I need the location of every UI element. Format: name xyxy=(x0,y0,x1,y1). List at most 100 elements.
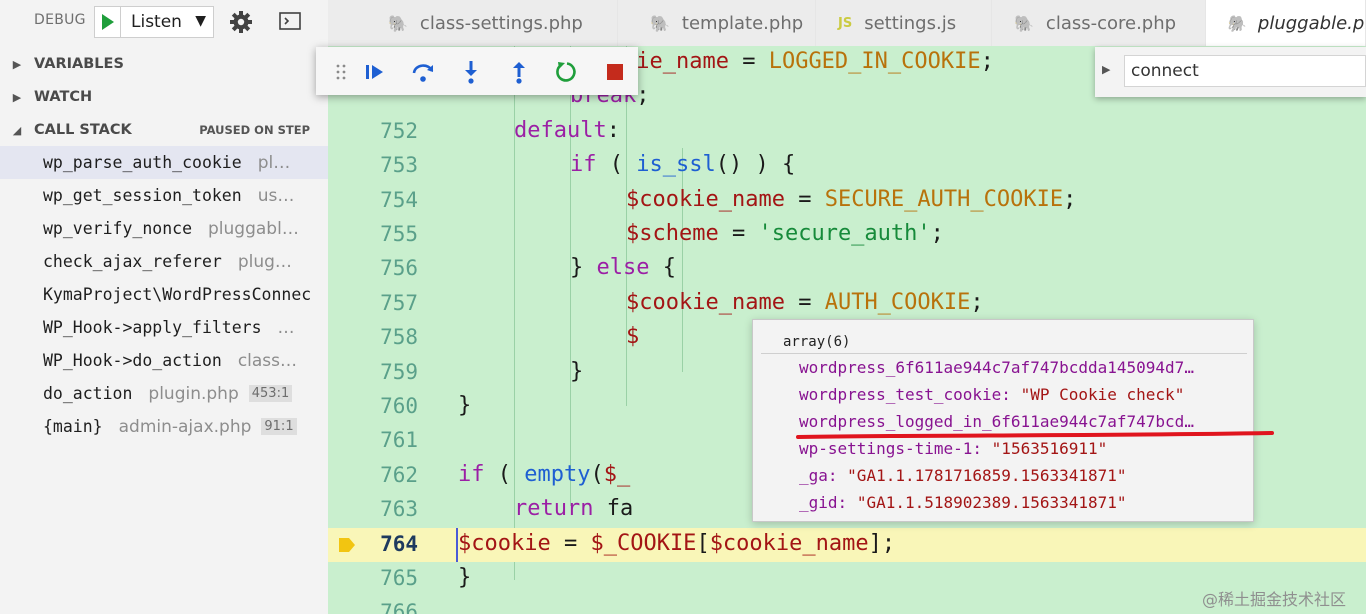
tab-settings-js[interactable]: JS settings.js xyxy=(816,0,992,46)
tab-label: class-core.php xyxy=(1045,12,1177,34)
code-token: fa xyxy=(593,496,634,522)
frame-source: … xyxy=(277,317,295,338)
code-token: else xyxy=(596,255,650,281)
start-debugging-play-icon[interactable] xyxy=(95,7,121,37)
code-line[interactable]: 755 $scheme = 'secure_auth'; xyxy=(328,218,1366,252)
tab-template[interactable]: 🐘 template.php xyxy=(618,0,816,46)
code-text: $cookie = $_COOKIE[$cookie_name]; xyxy=(458,531,895,556)
call-stack-frame[interactable]: WP_Hook->do_action class… xyxy=(0,344,328,377)
line-number: 755 xyxy=(380,222,418,246)
code-token: default xyxy=(514,117,607,143)
hover-entry-value: "GA1.1.518902389.1563341871" xyxy=(856,493,1127,512)
code-token: ( xyxy=(484,461,525,487)
code-token: LOGGED_IN_COOKIE xyxy=(768,49,981,74)
call-stack-frame[interactable]: do_action plugin.php 453:1 xyxy=(0,377,328,410)
hover-entry[interactable]: wordpress_6f611ae944c7af747bcdda145094d7… xyxy=(799,358,1194,377)
gear-icon[interactable] xyxy=(229,10,253,38)
code-line[interactable]: 756 } else { xyxy=(328,252,1366,286)
watch-section-header[interactable]: ▶ WATCH xyxy=(0,82,328,112)
code-line[interactable]: 754 $cookie_name = SECURE_AUTH_COOKIE; xyxy=(328,184,1366,218)
call-stack-frame[interactable]: {main} admin-ajax.php 91:1 xyxy=(0,410,328,443)
chevron-right-icon[interactable]: ▶ xyxy=(1102,63,1110,76)
call-stack-frame[interactable]: KymaProject\WordPressConnec xyxy=(0,278,328,311)
code-token: ( xyxy=(590,461,604,487)
code-line[interactable]: 753 if ( is_ssl() ) { xyxy=(328,149,1366,183)
call-stack-frame[interactable]: wp_verify_nonce pluggabl… xyxy=(0,212,328,245)
caret-down-icon[interactable]: ▼ xyxy=(195,13,206,29)
hover-entry-key: _ga: xyxy=(799,466,838,485)
line-number: 753 xyxy=(380,153,418,178)
step-out-icon[interactable] xyxy=(506,59,532,85)
debug-toolbar xyxy=(316,47,638,95)
frame-source: pluggabl… xyxy=(208,218,299,239)
code-token: = xyxy=(550,530,591,556)
find-input[interactable]: connect xyxy=(1124,55,1366,87)
tab-class-settings[interactable]: 🐘 class-settings.php xyxy=(328,0,618,46)
variables-section-label: VARIABLES xyxy=(34,56,124,72)
hover-entry-key: wordpress_logged_in_6f611ae944c7af747bcd… xyxy=(799,412,1194,431)
code-text: } xyxy=(458,393,471,418)
line-number: 759 xyxy=(380,359,418,384)
code-token: empty xyxy=(524,461,591,487)
code-token: = xyxy=(784,186,825,212)
watch-section-label: WATCH xyxy=(34,89,93,105)
hover-entry[interactable]: wordpress_logged_in_6f611ae944c7af747bcd… xyxy=(799,412,1194,431)
chevron-down-icon: ◢ xyxy=(12,123,22,137)
variable-hover-popup: array(6) wordpress_6f611ae944c7af747bcdd… xyxy=(752,319,1254,522)
code-text: $cookie_name = SECURE_AUTH_COOKIE; xyxy=(626,187,1076,212)
debug-header: DEBUG Listen ▼ xyxy=(0,0,328,46)
launch-config-select[interactable]: Listen ▼ xyxy=(94,6,214,38)
hover-entry-value: "WP Cookie check" xyxy=(1020,385,1185,404)
stop-icon[interactable] xyxy=(602,59,628,85)
code-token: } xyxy=(570,358,584,384)
line-number: 756 xyxy=(380,256,418,281)
code-line[interactable]: 752 default: xyxy=(328,115,1366,149)
frame-function: check_ajax_referer xyxy=(43,252,222,271)
code-line[interactable]: 757 $cookie_name = AUTH_COOKIE; xyxy=(328,287,1366,321)
debug-console-icon[interactable] xyxy=(279,12,301,34)
code-text: } else { xyxy=(570,255,676,280)
call-stack-frame[interactable]: WP_Hook->apply_filters … xyxy=(0,311,328,344)
code-token: : xyxy=(606,117,620,143)
line-number: 762 xyxy=(380,462,418,487)
line-number: 758 xyxy=(380,325,418,350)
call-stack-frame[interactable]: wp_get_session_token us… xyxy=(0,179,328,212)
code-token: $cookie xyxy=(458,530,551,556)
code-token: if xyxy=(458,461,485,487)
drag-handle-icon[interactable] xyxy=(328,59,354,85)
code-token: ( xyxy=(596,152,637,178)
hover-entry-value: "GA1.1.1781716859.1563341871" xyxy=(847,466,1127,485)
call-stack-frame[interactable]: check_ajax_referer plug… xyxy=(0,245,328,278)
tab-pluggable[interactable]: 🐘 pluggable.php xyxy=(1206,0,1366,46)
frame-function: wp_parse_auth_cookie xyxy=(43,153,242,172)
chevron-right-icon: ▶ xyxy=(12,90,22,104)
tab-class-core[interactable]: 🐘 class-core.php xyxy=(992,0,1206,46)
watermark: @稀土掘金技术社区 xyxy=(1202,590,1347,609)
variables-section-header[interactable]: ▶ VARIABLES xyxy=(0,49,328,79)
line-number: 757 xyxy=(380,290,418,315)
code-token: ; xyxy=(930,221,944,246)
code-text: } xyxy=(458,565,471,590)
frame-line: 91:1 xyxy=(261,418,297,435)
continue-icon[interactable] xyxy=(362,59,388,85)
hover-entry[interactable]: wordpress_test_cookie: "WP Cookie check" xyxy=(799,385,1184,404)
step-over-icon[interactable] xyxy=(410,59,436,85)
code-text: $ xyxy=(626,324,639,349)
code-token: } xyxy=(570,255,597,281)
step-into-icon[interactable] xyxy=(458,59,484,85)
code-token: ; xyxy=(1063,186,1077,212)
code-line[interactable]: 764 $cookie = $_COOKIE[$cookie_name]; xyxy=(328,527,1366,562)
frame-function: {main} xyxy=(43,417,103,436)
hover-entry[interactable]: _gid: "GA1.1.518902389.1563341871" xyxy=(799,493,1127,512)
restart-icon[interactable] xyxy=(554,59,580,85)
hover-entry-key: _gid: xyxy=(799,493,848,512)
code-token: $_ xyxy=(603,461,631,487)
call-stack-status: PAUSED ON STEP xyxy=(199,123,310,137)
hover-entry[interactable]: _ga: "GA1.1.1781716859.1563341871" xyxy=(799,466,1127,485)
current-step-arrow-icon[interactable] xyxy=(338,536,356,554)
code-text: if ( is_ssl() ) { xyxy=(570,152,795,177)
code-token: is_ssl xyxy=(636,152,716,178)
call-stack-section-header[interactable]: ◢ CALL STACK PAUSED ON STEP xyxy=(0,115,328,145)
php-file-icon: 🐘 xyxy=(388,13,408,33)
call-stack-frame[interactable]: wp_parse_auth_cookie pl… xyxy=(0,146,328,179)
